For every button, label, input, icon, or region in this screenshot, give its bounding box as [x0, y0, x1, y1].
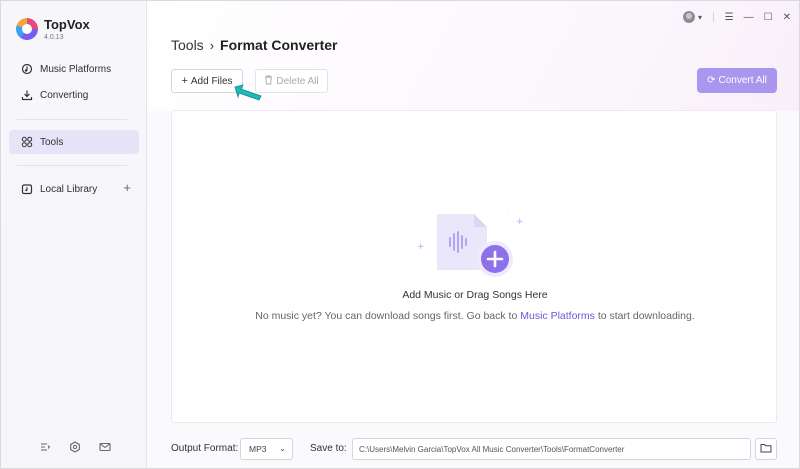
output-format-select[interactable]: MP3 ⌄	[240, 438, 293, 460]
menu-icon[interactable]: ☰	[725, 12, 734, 23]
chevron-right-icon: ›	[209, 37, 215, 53]
sidebar-item-label: Local Library	[40, 183, 98, 195]
drop-zone[interactable]: + + · Add Music or Drag Songs Here No mu…	[171, 110, 777, 423]
brand: TopVox 4.0.13	[16, 18, 90, 41]
svg-text:+: +	[417, 242, 425, 252]
mail-icon[interactable]	[99, 441, 111, 453]
chevron-down-icon: ▾	[698, 12, 703, 22]
output-format-value: MP3	[249, 444, 267, 454]
pointer-arrow-icon	[233, 84, 265, 109]
folder-icon	[760, 443, 772, 456]
divider-icon: |	[712, 11, 715, 23]
output-format-label: Output Format:	[171, 443, 239, 454]
svg-text:·: ·	[507, 209, 509, 216]
settings-hexagon-icon[interactable]	[69, 441, 81, 453]
minimize-icon[interactable]: —	[744, 12, 754, 23]
tools-grid-icon	[21, 136, 33, 148]
library-icon	[21, 183, 33, 195]
trash-icon	[264, 75, 273, 88]
sidebar-divider	[17, 165, 127, 166]
download-icon	[21, 89, 33, 101]
app-window: TopVox 4.0.13 Music Platforms Converting…	[0, 0, 800, 469]
main-panel: ▾ | ☰ — ☐ ✕ Tools › Format Converter + A…	[147, 1, 799, 468]
add-music-illustration-icon: + + ·	[412, 206, 537, 281]
app-version: 4.0.13	[44, 34, 64, 41]
sidebar-item-label: Music Platforms	[40, 63, 112, 75]
sidebar-item-converting[interactable]: Converting	[9, 83, 139, 107]
topvox-logo-icon	[16, 18, 38, 40]
page-title: Format Converter	[220, 37, 338, 53]
sidebar-item-music-platforms[interactable]: Music Platforms	[9, 57, 139, 81]
drop-zone-subtitle: No music yet? You can download songs fir…	[255, 310, 695, 322]
convert-all-button[interactable]: ⟳ Convert All	[697, 68, 777, 93]
chevron-down-icon: ⌄	[279, 444, 286, 453]
add-library-icon[interactable]: +	[123, 180, 131, 195]
app-name: TopVox	[44, 17, 90, 32]
music-platforms-icon	[21, 63, 33, 75]
delete-all-button[interactable]: Delete All	[255, 69, 328, 93]
footer-bar: Output Format: MP3 ⌄ Save to: C:\Users\M…	[171, 438, 777, 460]
svg-text:+: +	[516, 217, 524, 227]
drop-zone-title: Add Music or Drag Songs Here	[402, 289, 548, 301]
convert-all-label: Convert All	[718, 75, 767, 86]
breadcrumb: Tools › Format Converter	[171, 37, 338, 53]
avatar-icon	[683, 11, 696, 23]
sidebar-bottom-toolbar	[39, 441, 111, 453]
sidebar-item-label: Converting	[40, 89, 89, 101]
save-to-label: Save to:	[310, 443, 347, 454]
sidebar-divider	[17, 119, 127, 120]
save-path-field[interactable]: C:\Users\Melvin Garcia\TopVox All Music …	[352, 438, 751, 460]
maximize-icon[interactable]: ☐	[764, 12, 773, 23]
music-platforms-link[interactable]: Music Platforms	[520, 310, 595, 322]
menu-collapse-icon[interactable]	[39, 441, 51, 453]
sidebar-item-local-library[interactable]: Local Library +	[9, 177, 139, 201]
plus-icon: +	[181, 75, 188, 87]
sidebar-item-tools[interactable]: Tools	[9, 130, 139, 154]
add-files-label: Add Files	[190, 75, 233, 87]
delete-all-label: Delete All	[276, 75, 319, 87]
breadcrumb-root[interactable]: Tools	[171, 37, 204, 53]
close-icon[interactable]: ✕	[783, 12, 791, 23]
sidebar-item-label: Tools	[40, 136, 64, 148]
window-controls: ▾ | ☰ — ☐ ✕	[683, 11, 791, 23]
refresh-icon: ⟳	[707, 75, 716, 86]
account-button[interactable]: ▾	[683, 11, 702, 23]
sidebar: TopVox 4.0.13 Music Platforms Converting…	[1, 1, 147, 468]
browse-folder-button[interactable]	[755, 438, 777, 460]
